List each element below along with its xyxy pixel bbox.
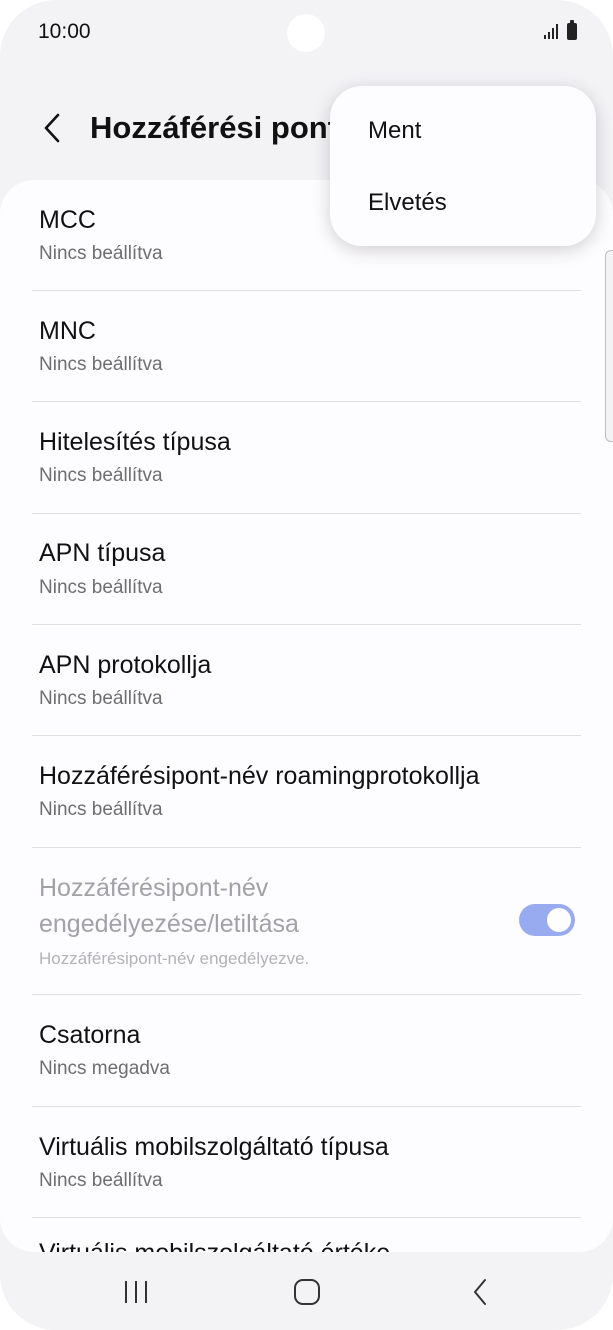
scrollbar[interactable] (605, 250, 613, 442)
settings-list: MCC Nincs beállítva MNC Nincs beállítva … (0, 180, 613, 1252)
page-title: Hozzáférési pont (90, 110, 339, 145)
setting-title: MNC (39, 317, 96, 345)
recent-apps-icon (125, 1281, 147, 1303)
setting-auth-type[interactable]: Hitelesítés típusa Nincs beállítva (0, 402, 613, 513)
front-camera (287, 14, 325, 52)
setting-title: MCC (39, 206, 96, 234)
home-button[interactable] (277, 1270, 337, 1314)
status-icons (543, 20, 577, 40)
setting-title: Hozzáférésipont-név (39, 874, 269, 902)
setting-value: Nincs beállítva (39, 243, 163, 264)
setting-value: Nincs beállítva (39, 799, 163, 820)
setting-apn-enable[interactable]: Hozzáférésipont-név engedélyezése/letilt… (0, 848, 613, 994)
status-bar: 10:00 (0, 0, 613, 64)
setting-value: Nincs beállítva (39, 465, 163, 486)
setting-mnc[interactable]: MNC Nincs beállítva (0, 291, 613, 402)
status-time: 10:00 (38, 20, 91, 43)
setting-mvno-value[interactable]: Virtuális mobilszolgáltató értéke (0, 1218, 613, 1252)
overflow-menu: Ment Elvetés (330, 86, 596, 246)
setting-channel[interactable]: Csatorna Nincs megadva (0, 995, 613, 1106)
menu-item-save[interactable]: Ment (368, 117, 421, 145)
home-icon (294, 1279, 320, 1305)
setting-value: Nincs beállítva (39, 1170, 163, 1191)
nav-back-button[interactable] (450, 1270, 510, 1314)
apn-enable-toggle[interactable] (519, 904, 575, 936)
phone-screen: 10:00 Hozzáférési pont MCC Nincs beállít… (0, 0, 613, 1330)
back-icon (474, 1279, 486, 1305)
setting-title: Csatorna (39, 1021, 141, 1049)
setting-title-line2: engedélyezése/letiltása (39, 910, 299, 938)
setting-value: Nincs megadva (39, 1058, 170, 1079)
setting-apn-protocol[interactable]: APN protokollja Nincs beállítva (0, 625, 613, 736)
menu-item-discard[interactable]: Elvetés (368, 189, 447, 217)
setting-title: Virtuális mobilszolgáltató értéke (39, 1239, 390, 1252)
setting-title: APN protokollja (39, 651, 212, 679)
battery-icon (567, 20, 577, 40)
toggle-knob (547, 908, 571, 932)
setting-value: Nincs beállítva (39, 577, 163, 598)
back-button[interactable] (28, 104, 76, 152)
setting-value: Nincs beállítva (39, 688, 163, 709)
setting-title: APN típusa (39, 539, 166, 567)
setting-title: Hozzáférésipont-név roamingprotokollja (39, 762, 480, 790)
setting-value: Hozzáférésipont-név engedélyezve. (39, 949, 310, 968)
setting-title: Hitelesítés típusa (39, 428, 231, 456)
setting-mvno-type[interactable]: Virtuális mobilszolgáltató típusa Nincs … (0, 1107, 613, 1218)
setting-apn-type[interactable]: APN típusa Nincs beállítva (0, 514, 613, 625)
setting-roaming-protocol[interactable]: Hozzáférésipont-név roamingprotokollja N… (0, 736, 613, 847)
signal-icon (544, 24, 558, 39)
setting-title: Virtuális mobilszolgáltató típusa (39, 1133, 389, 1161)
chevron-left-icon (44, 113, 60, 143)
setting-value: Nincs beállítva (39, 354, 163, 375)
recent-apps-button[interactable] (106, 1270, 166, 1314)
navigation-bar (0, 1252, 613, 1330)
